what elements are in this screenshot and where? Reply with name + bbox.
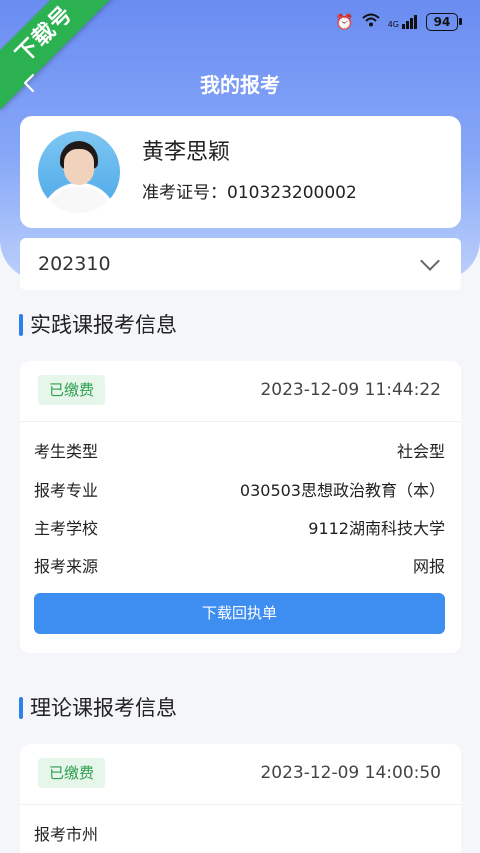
info-row: 报考专业 030503思想政治教育（本） bbox=[34, 478, 445, 504]
exam-number: 准考证号：010323200002 bbox=[142, 183, 357, 203]
candidate-name: 黄李思颖 bbox=[142, 140, 231, 165]
alarm-icon: ⏰ bbox=[335, 13, 354, 31]
signal-icon: 4G bbox=[388, 15, 418, 29]
info-row-label: 报考专业 bbox=[34, 481, 99, 500]
info-row: 报考来源 网报 bbox=[34, 554, 445, 580]
session-select[interactable]: 202310 bbox=[20, 238, 461, 290]
paid-status-badge: 已缴费 bbox=[38, 758, 106, 788]
chevron-down-icon bbox=[420, 251, 440, 271]
theory-section-title: 理论课报考信息 bbox=[30, 696, 177, 720]
info-row-label: 主考学校 bbox=[34, 519, 99, 538]
registration-time: 2023-12-09 14:00:50 bbox=[260, 763, 441, 783]
practice-section-title: 实践课报考信息 bbox=[30, 313, 177, 337]
registration-time: 2023-12-09 11:44:22 bbox=[260, 380, 441, 400]
info-row-value: 网报 bbox=[412, 557, 445, 576]
section-accent-bar bbox=[19, 697, 23, 719]
info-row-value: 社会型 bbox=[396, 442, 445, 461]
divider bbox=[20, 421, 461, 422]
session-select-value: 202310 bbox=[38, 253, 111, 275]
page-title: 我的报考 bbox=[200, 73, 280, 97]
theory-info-card: 已缴费 2023-12-09 14:00:50 报考市州 bbox=[20, 744, 461, 853]
info-row: 报考市州 bbox=[34, 822, 445, 848]
section-accent-bar bbox=[19, 314, 23, 336]
info-row: 主考学校 9112湖南科技大学 bbox=[34, 516, 445, 542]
divider bbox=[20, 804, 461, 805]
info-row: 考生类型 社会型 bbox=[34, 439, 445, 465]
avatar-face bbox=[64, 149, 94, 185]
battery-icon: 94 bbox=[426, 13, 462, 31]
paid-status-badge: 已缴费 bbox=[38, 375, 106, 405]
info-row-value: 030503思想政治教育（本） bbox=[239, 481, 445, 500]
info-row-value: 9112湖南科技大学 bbox=[308, 519, 445, 538]
network-type: 4G bbox=[387, 20, 399, 29]
status-bar: ⏰ 4G 94 bbox=[335, 12, 462, 32]
avatar-body bbox=[46, 187, 112, 213]
avatar bbox=[38, 131, 120, 213]
download-receipt-button[interactable]: 下载回执单 bbox=[34, 593, 445, 634]
info-row-label: 报考来源 bbox=[34, 557, 99, 576]
practice-info-card: 已缴费 2023-12-09 11:44:22 考生类型 社会型 报考专业 03… bbox=[20, 361, 461, 653]
profile-card: 黄李思颖 准考证号：010323200002 bbox=[20, 116, 461, 228]
info-row-label: 报考市州 bbox=[34, 825, 99, 844]
wifi-icon bbox=[362, 12, 380, 32]
info-row-label: 考生类型 bbox=[34, 442, 99, 461]
